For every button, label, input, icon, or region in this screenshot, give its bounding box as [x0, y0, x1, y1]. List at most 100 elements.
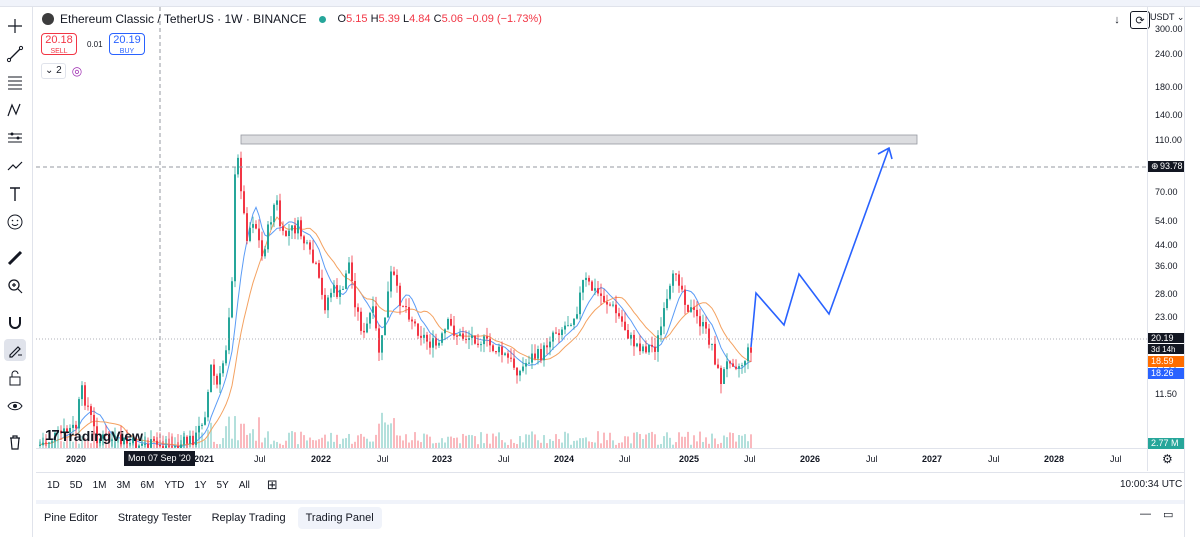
volume-bar: [231, 438, 233, 448]
download-icon[interactable]: ↓: [1108, 12, 1126, 28]
time-axis-label: Jul: [1110, 454, 1122, 464]
volume-bar: [447, 436, 449, 448]
candle-body: [417, 323, 419, 336]
date-range-bar: 1D 5D 1M 3M 6M YTD 1Y 5Y All ⊞: [36, 472, 1184, 497]
tab-replay-trading[interactable]: Replay Trading: [204, 507, 294, 529]
time-axis-label: 2026: [800, 454, 821, 464]
fib-retracement-icon[interactable]: [4, 71, 26, 93]
range-1y[interactable]: 1Y: [189, 480, 211, 491]
range-5y[interactable]: 5Y: [212, 480, 234, 491]
candle-body: [297, 220, 299, 234]
price-axis-label: 23.00: [1155, 312, 1178, 322]
settings-icon[interactable]: ⚙: [1162, 452, 1173, 466]
candle-body: [201, 424, 203, 426]
volume-bar: [249, 433, 251, 448]
prediction-icon[interactable]: [4, 127, 26, 149]
candle-body: [318, 263, 320, 278]
candle-body: [84, 385, 86, 406]
symbol-title[interactable]: Ethereum Classic / TetherUS · 1W · BINAN…: [60, 12, 307, 26]
range-5d[interactable]: 5D: [65, 480, 88, 491]
volume-bar: [747, 441, 749, 448]
brush-icon[interactable]: [4, 155, 26, 177]
trash-icon[interactable]: [4, 431, 26, 453]
candle-body: [393, 271, 395, 275]
candle-body: [279, 200, 281, 227]
candle-body: [264, 249, 266, 257]
volume-bar: [639, 433, 641, 448]
minimize-icon[interactable]: —: [1140, 508, 1151, 521]
candle-body: [504, 353, 506, 355]
range-1d[interactable]: 1D: [42, 480, 65, 491]
volume-bar: [240, 423, 242, 448]
ohlc-values: O5.15 H5.39 L4.84 C5.06 −0.09 (−1.73%): [337, 13, 542, 25]
price-chart[interactable]: [36, 7, 1147, 471]
candle-body: [717, 364, 719, 368]
candle-body: [651, 344, 653, 347]
candle-body: [543, 345, 545, 361]
go-to-date-icon[interactable]: ⊞: [267, 477, 278, 493]
range-6m[interactable]: 6M: [135, 480, 159, 491]
eye-icon[interactable]: [4, 395, 26, 417]
tab-pine-editor[interactable]: Pine Editor: [36, 507, 106, 529]
trend-line-icon[interactable]: [4, 43, 26, 65]
maximize-icon[interactable]: ▭: [1163, 508, 1173, 521]
buy-button[interactable]: 20.19 BUY: [109, 33, 145, 55]
volume-bar: [627, 436, 629, 448]
lock-icon[interactable]: [4, 367, 26, 389]
ruler-icon[interactable]: [4, 247, 26, 269]
volume-bar: [462, 433, 464, 448]
range-3m[interactable]: 3M: [112, 480, 136, 491]
candle-body: [168, 445, 170, 447]
candle-body: [678, 274, 680, 286]
zoom-icon[interactable]: [4, 275, 26, 297]
candle-body: [591, 281, 593, 291]
crosshair-icon[interactable]: [4, 15, 26, 37]
candle-body: [285, 230, 287, 237]
candle-body: [309, 242, 311, 250]
price-axis-label: 240.00: [1155, 49, 1183, 59]
candle-body: [747, 347, 749, 362]
candle-body: [606, 301, 608, 305]
stay-in-drawing-mode-icon[interactable]: [4, 339, 26, 361]
tab-trading-panel[interactable]: Trading Panel: [297, 507, 382, 529]
volume-bar: [696, 441, 698, 448]
candle-body: [702, 322, 704, 327]
candle-body: [375, 306, 377, 329]
candle-body: [444, 329, 446, 334]
range-1m[interactable]: 1M: [88, 480, 112, 491]
candle-body: [345, 273, 347, 289]
candle-body: [240, 157, 242, 192]
pattern-icon[interactable]: [4, 99, 26, 121]
candle-body: [588, 277, 590, 282]
text-icon[interactable]: [4, 183, 26, 205]
candle-body: [441, 333, 443, 343]
volume-bar: [474, 436, 476, 448]
volume-bar: [612, 440, 614, 448]
candle-body: [489, 338, 491, 346]
candle-body: [570, 324, 572, 326]
volume-bar: [207, 429, 209, 448]
utc-clock[interactable]: 10:00:34 UTC: [1120, 479, 1182, 490]
candle-body: [339, 289, 341, 297]
range-ytd[interactable]: YTD: [159, 480, 189, 491]
volume-bar: [693, 435, 695, 448]
candle-body: [303, 236, 305, 244]
volume-bar: [501, 440, 503, 448]
candle-body: [618, 313, 620, 317]
candle-body: [408, 307, 410, 320]
volume-bar: [225, 426, 227, 448]
sell-button[interactable]: 20.18 SELL: [41, 33, 77, 55]
ma-blue-tag: 18.26: [1148, 368, 1184, 379]
candle-body: [633, 334, 635, 347]
range-all[interactable]: All: [234, 480, 255, 491]
candle-body: [741, 365, 743, 367]
candle-body: [81, 385, 83, 400]
indicators-toggle[interactable]: ⌄ 2: [41, 63, 66, 79]
candle-body: [249, 227, 251, 241]
tab-strategy-tester[interactable]: Strategy Tester: [110, 507, 200, 529]
emoji-icon[interactable]: [4, 211, 26, 233]
symbol-legend[interactable]: Ethereum Classic / TetherUS · 1W · BINAN…: [42, 12, 542, 26]
price-axis[interactable]: [1147, 7, 1185, 471]
candle-body: [390, 271, 392, 292]
magnet-icon[interactable]: [4, 311, 26, 333]
